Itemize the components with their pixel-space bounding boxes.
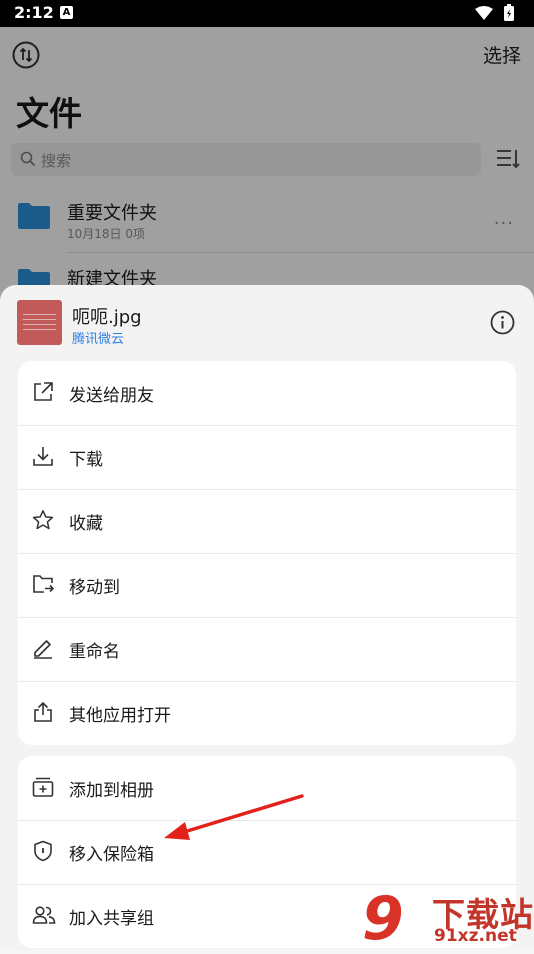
annotation-arrow [164,794,304,840]
watermark-logo: 9 下载站 91xz.net [362,888,534,950]
watermark-text-en: 91xz.net [434,926,517,946]
watermark-mark: 9 [362,884,404,954]
